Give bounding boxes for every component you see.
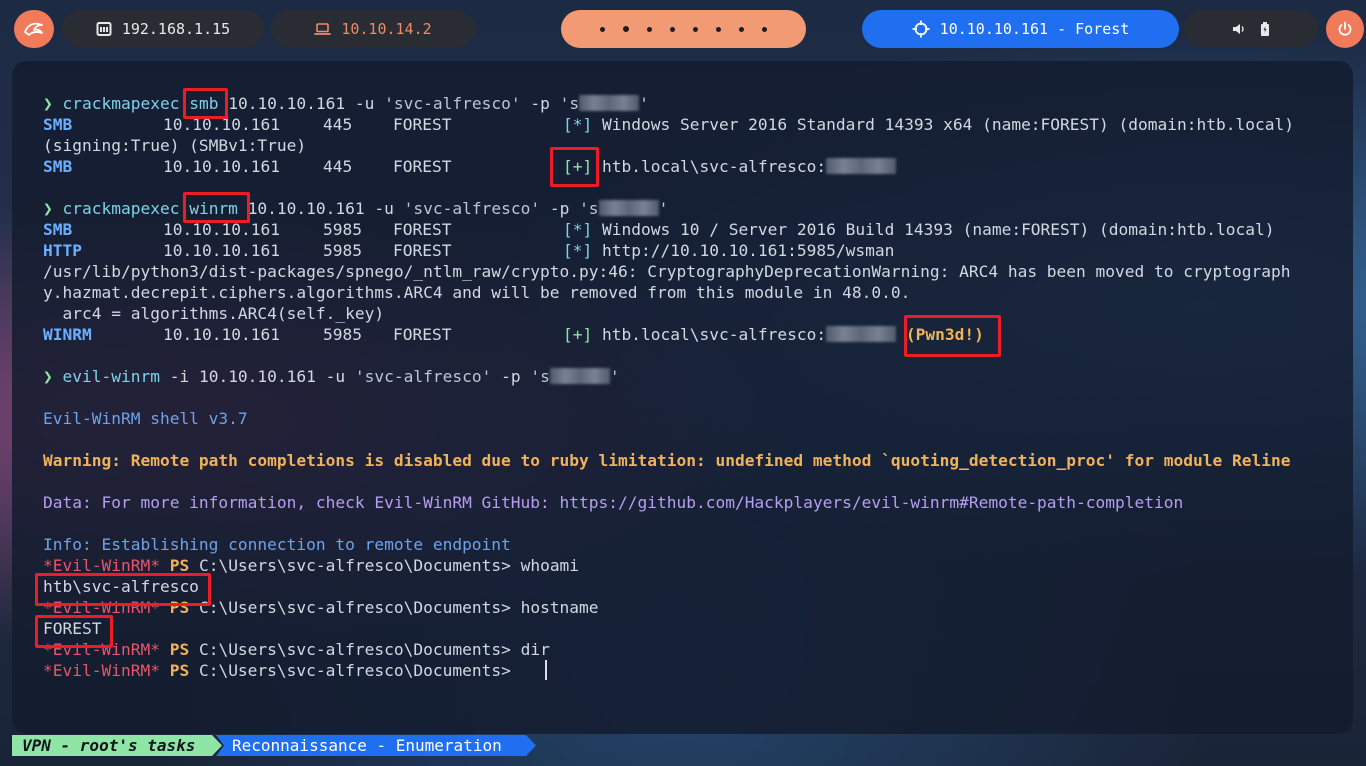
workspace-dot[interactable] [716, 26, 721, 32]
output-line: HTTP 10.10.10.161 5985 FOREST [*] http://10.… [43, 241, 895, 260]
highlight-box [904, 315, 1001, 357]
launcher-icon [23, 20, 45, 38]
tunnel-ip-indicator[interactable]: 10.10.14.2 [271, 10, 475, 48]
power-button[interactable] [1326, 10, 1364, 48]
redacted-password [598, 200, 659, 216]
system-tray[interactable] [1184, 10, 1318, 48]
workspace-switcher[interactable] [561, 10, 806, 48]
workspace-dot[interactable] [739, 26, 744, 32]
monitor-icon [96, 21, 112, 37]
tunnel-ip-text: 10.10.14.2 [341, 20, 432, 38]
laptop-icon [314, 22, 332, 36]
highlight-box [35, 615, 113, 648]
highlight-box [550, 147, 599, 187]
terminal-window[interactable]: ❯ crackmapexec smb 10.10.10.161 -u 'svc-… [12, 61, 1353, 734]
local-ip-indicator[interactable]: 192.168.1.15 [62, 10, 264, 48]
workspace-dot[interactable] [600, 26, 605, 32]
redacted-password [549, 368, 610, 384]
output-line: SMB 10.10.10.161 445 FOREST [*] Windows Serv… [43, 115, 1294, 134]
local-ip-text: 192.168.1.15 [121, 20, 231, 38]
command-line-winrm: ❯ crackmapexec winrm 10.10.10.161 -u 'sv… [43, 199, 669, 218]
command-line-smb: ❯ crackmapexec smb 10.10.10.161 -u 'svc-… [43, 94, 649, 113]
crosshair-icon [912, 20, 930, 38]
status-session[interactable]: VPN - root's tasks [12, 735, 222, 756]
target-text: 10.10.10.161 - Forest [939, 20, 1130, 38]
highlight-box [183, 192, 250, 223]
banner-line: Evil-WinRM shell v3.7 [43, 409, 248, 428]
warning-line: /usr/lib/python3/dist-packages/spnego/_n… [43, 262, 1291, 281]
workspace-dot[interactable] [693, 26, 698, 32]
status-window[interactable]: Reconnaissance - Enumeration [216, 735, 536, 756]
redacted-password [826, 158, 897, 174]
launcher-button[interactable] [14, 10, 54, 48]
ps-prompt-line-active[interactable]: *Evil-WinRM* PS C:\Users\svc-alfresco\Do… [43, 660, 511, 681]
battery-icon[interactable] [1260, 22, 1270, 36]
power-icon [1337, 21, 1353, 37]
text-cursor [545, 660, 547, 680]
warning-line: arc4 = algorithms.ARC4(self._key) [43, 304, 385, 323]
volume-icon[interactable] [1232, 23, 1246, 35]
output-line: WINRM 10.10.10.161 5985 FOREST [+] htb.local… [43, 325, 984, 344]
highlight-box [183, 88, 228, 119]
redacted-password [826, 326, 897, 342]
workspace-dot[interactable] [670, 26, 675, 32]
ruby-warning-line: Warning: Remote path completions is disa… [43, 451, 1291, 470]
output-line: SMB 10.10.10.161 445 FOREST [+] htb.local\sv… [43, 156, 897, 177]
data-line: Data: For more information, check Evil-W… [43, 493, 1184, 512]
workspace-dot-active[interactable] [623, 26, 629, 32]
ps-prompt-line: *Evil-WinRM* PS C:\Users\svc-alfresco\Do… [43, 640, 550, 659]
workspace-dot[interactable] [647, 26, 652, 32]
target-indicator[interactable]: 10.10.10.161 - Forest [862, 10, 1179, 48]
warning-line: y.hazmat.decrepit.ciphers.algorithms.ARC… [43, 283, 911, 302]
redacted-password [579, 95, 640, 111]
highlight-box [35, 573, 211, 606]
info-line: Info: Establishing connection to remote … [43, 535, 511, 554]
workspace-dot[interactable] [762, 26, 767, 32]
command-line-evil-winrm: ❯ evil-winrm -i 10.10.10.161 -u 'svc-alf… [43, 367, 620, 386]
output-line: (signing:True) (SMBv1:True) [43, 136, 307, 155]
